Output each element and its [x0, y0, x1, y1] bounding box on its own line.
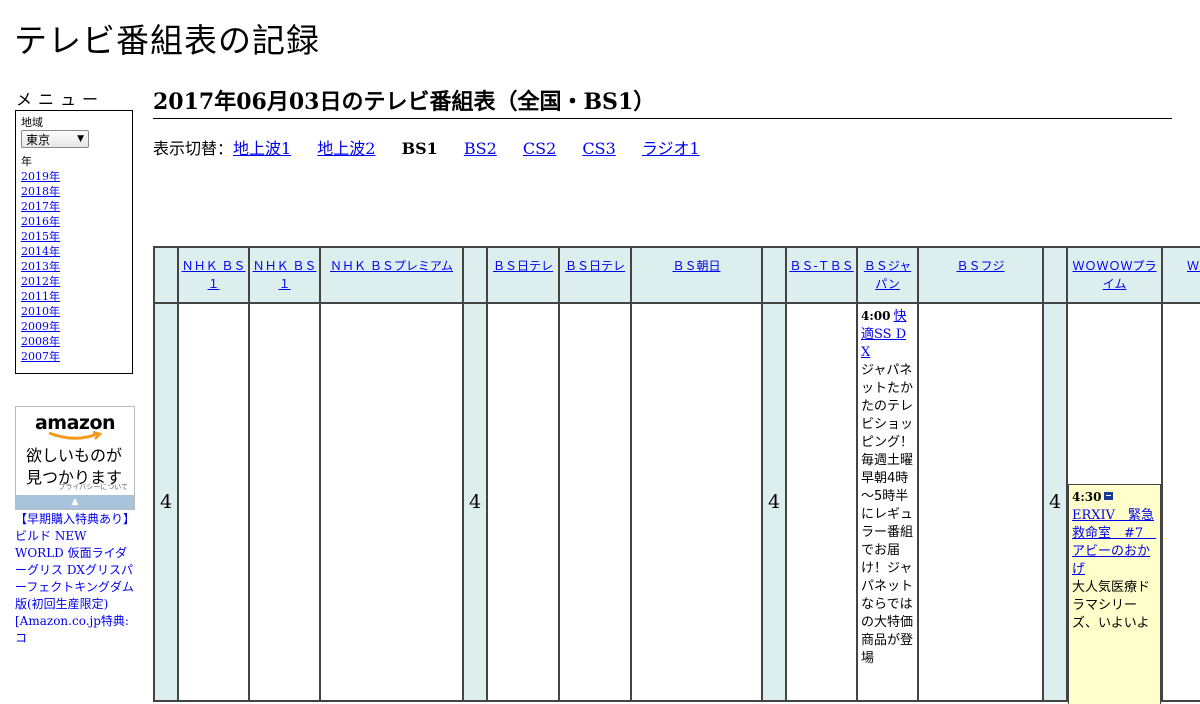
channel-link-nhkbsp[interactable]: ＮＨＫ ＢＳプレミアム [321, 248, 462, 275]
year-link-2016[interactable]: 2016年 [21, 215, 60, 228]
switch-link-chijo1[interactable]: 地上波1 [233, 139, 291, 158]
caret-up-icon: ▲ [71, 497, 79, 507]
channel-header-nhkbsp: ＮＨＫ ＢＳプレミアム [319, 246, 464, 304]
program-time: 4:00 [861, 309, 891, 323]
region-select[interactable]: 東京 ▼ [21, 130, 89, 148]
view-switcher: 表示切替：地上波1 地上波2 BS1 BS2 CS2 CS3 ラジオ1 [153, 135, 721, 159]
year-link-2014[interactable]: 2014年 [21, 245, 60, 258]
header-hour-spacer [1042, 246, 1068, 304]
switch-link-chijo2[interactable]: 地上波2 [317, 139, 375, 158]
program-slot-wowowprime: 4:30 ERXIV 緊急救命室 #7 アビーのおかげ 大人気医療ドラマシリーズ… [1066, 302, 1163, 704]
channel-header-bsntv-a: ＢＳ日テレ [486, 246, 560, 304]
year-link-2011[interactable]: 2011年 [21, 290, 60, 303]
channel-link-bstbs[interactable]: ＢＳ-ＴＢＳ [787, 248, 856, 275]
switch-link-bs2[interactable]: BS2 [464, 139, 497, 158]
channel-header-nhkbs1-a: ＮＨＫ ＢＳ１ [177, 246, 250, 304]
program-slot-bsntv-a [486, 302, 560, 702]
program-slot-bstbs [785, 302, 858, 702]
program-slot-nhkbs1-a [177, 302, 250, 702]
site-title: テレビ番組表の記録 [14, 21, 320, 60]
year-link-2007[interactable]: 2007年 [21, 350, 60, 363]
channel-link-bsfuji[interactable]: ＢＳフジ [919, 248, 1042, 275]
program-entry-wowow: 4:30 ERXIV 緊急救命室 #7 アビーのおかげ 大人気医療ドラマシリーズ… [1068, 484, 1161, 704]
program-description: ジャパネットたかたのテレビショッピング！毎週土曜早朝4時～5時半にレギュラー番組… [861, 363, 914, 666]
switch-link-cs2[interactable]: CS2 [523, 139, 556, 158]
channel-header-wowow-next: ＷＯＷラ [1161, 246, 1200, 304]
year-link-2008[interactable]: 2008年 [21, 335, 60, 348]
program-description: 大人気医療ドラマシリーズ、いよいよ [1072, 580, 1151, 631]
channel-link-bsntv-b[interactable]: ＢＳ日テレ [560, 248, 630, 275]
region-select-value: 東京 [26, 132, 51, 147]
amazon-ad-banner[interactable]: amazon 欲しいものが 見つかります プライバシーについて ▲ [15, 406, 135, 510]
program-entry-bsjapan: 4:00 快適SS DX ジャパネットたかたのテレビショッピング！毎週土曜早朝4時… [858, 304, 917, 700]
channel-header-wowowprime: ＷＯＷＯＷプライム [1066, 246, 1163, 304]
switch-label: 表示切替： [153, 139, 234, 158]
year-link-2012[interactable]: 2012年 [21, 275, 60, 288]
channel-header-bstbs: ＢＳ-ＴＢＳ [785, 246, 858, 304]
hour-cell: 4 [1042, 302, 1068, 702]
menu-title: メニュー [16, 90, 105, 109]
program-slot-bsntv-b [558, 302, 632, 702]
year-link-2018[interactable]: 2018年 [21, 185, 60, 198]
program-slot-wowow-next [1161, 302, 1200, 702]
program-slot-bsfuji [917, 302, 1044, 702]
ad-privacy-link[interactable]: プライバシーについて [58, 482, 128, 492]
year-link-2009[interactable]: 2009年 [21, 320, 60, 333]
year-list: 2019年 2018年 2017年 2016年 2015年 2014年 2013… [21, 169, 127, 364]
ad-text-line1: 欲しいものが [26, 446, 123, 465]
hour-cell: 4 [761, 302, 787, 702]
channel-link-nhkbs1-b[interactable]: ＮＨＫ ＢＳ１ [250, 248, 319, 293]
header-hour-spacer [761, 246, 787, 304]
switch-current-bs1: BS1 [401, 139, 438, 158]
chevron-down-icon: ▼ [77, 134, 84, 144]
page-heading: 2017年06月03日のテレビ番組表（全国・BS1） [153, 84, 1172, 119]
channel-link-wowowprime[interactable]: ＷＯＷＯＷプライム [1068, 248, 1161, 293]
hd-icon [1104, 492, 1114, 500]
ad-product-link[interactable]: 【早期購入特典あり】ビルド NEW WORLD 仮面ライダーグリス DXグリスパ… [15, 511, 137, 647]
channel-link-bsjapan[interactable]: ＢＳジャパン [858, 248, 917, 293]
ad-expand-bar[interactable]: ▲ [16, 495, 134, 509]
switch-link-radio1[interactable]: ラジオ1 [642, 139, 700, 158]
channel-header-nhkbs1-b: ＮＨＫ ＢＳ１ [248, 246, 321, 304]
program-slot-nhkbs1-b [248, 302, 321, 702]
switch-link-cs3[interactable]: CS3 [582, 139, 615, 158]
hour-cell: 4 [153, 302, 179, 702]
year-link-2019[interactable]: 2019年 [21, 170, 60, 183]
amazon-logo: amazon [34, 412, 116, 434]
program-slot-nhkbsp [319, 302, 464, 702]
program-time: 4:30 [1072, 490, 1102, 504]
channel-link-wowow-next[interactable]: ＷＯＷラ [1163, 248, 1200, 275]
program-slot-bsasahi [630, 302, 763, 702]
header-hour-spacer [153, 246, 179, 304]
channel-link-bsasahi[interactable]: ＢＳ朝日 [632, 248, 761, 275]
channel-link-nhkbs1-a[interactable]: ＮＨＫ ＢＳ１ [179, 248, 248, 293]
year-link-2013[interactable]: 2013年 [21, 260, 60, 273]
program-title-link[interactable]: ERXIV 緊急救命室 #7 アビーのおかげ [1072, 508, 1156, 577]
channel-header-bsasahi: ＢＳ朝日 [630, 246, 763, 304]
header-hour-spacer [462, 246, 488, 304]
channel-header-bsfuji: ＢＳフジ [917, 246, 1044, 304]
channel-header-bsntv-b: ＢＳ日テレ [558, 246, 632, 304]
region-label: 地域 [21, 116, 43, 129]
year-link-2015[interactable]: 2015年 [21, 230, 60, 243]
hour-cell: 4 [462, 302, 488, 702]
year-label: 年 [21, 155, 32, 168]
year-link-2010[interactable]: 2010年 [21, 305, 60, 318]
year-link-2017[interactable]: 2017年 [21, 200, 60, 213]
channel-header-bsjapan: ＢＳジャパン [856, 246, 919, 304]
channel-link-bsntv-a[interactable]: ＢＳ日テレ [488, 248, 558, 275]
program-slot-bsjapan: 4:00 快適SS DX ジャパネットたかたのテレビショッピング！毎週土曜早朝4時… [856, 302, 919, 702]
menu-panel: 地域 東京 ▼ 年 2019年 2018年 2017年 2016年 2015年 … [15, 110, 133, 374]
